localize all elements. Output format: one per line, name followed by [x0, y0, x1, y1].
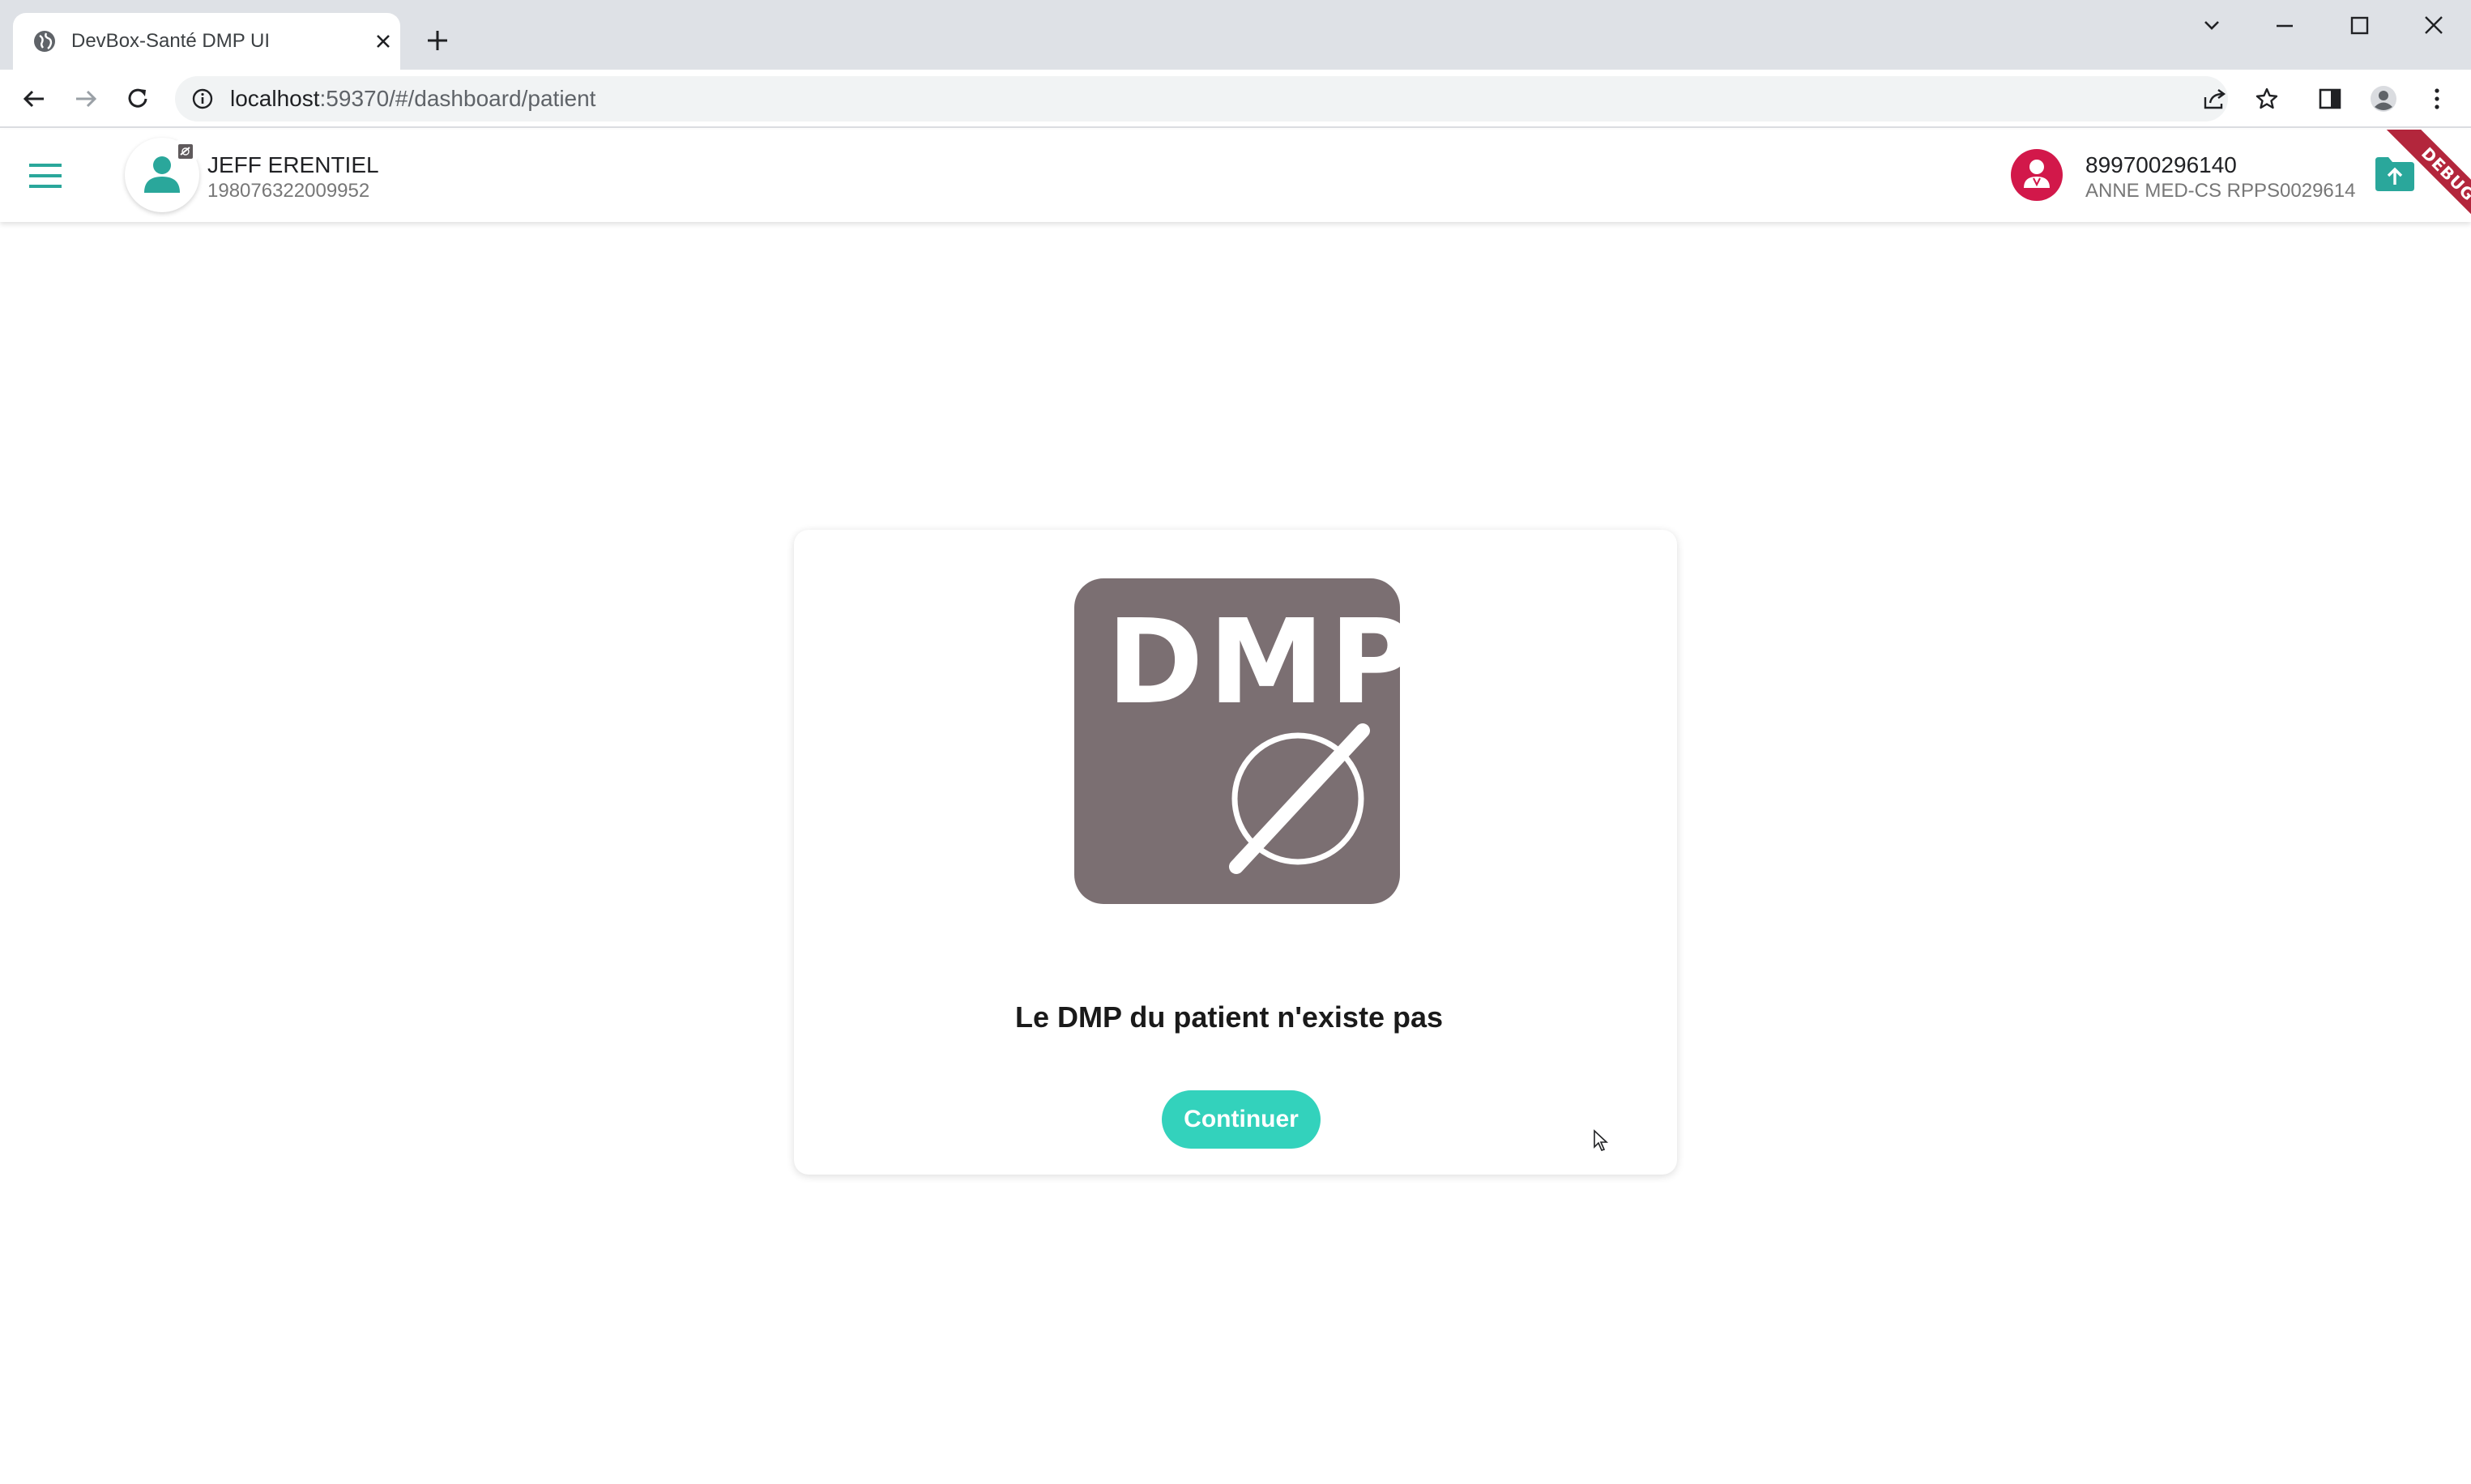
- close-icon[interactable]: [373, 31, 394, 52]
- address-bar[interactable]: localhost:59370/#/dashboard/patient: [175, 76, 2278, 122]
- practitioner-avatar[interactable]: [2011, 149, 2063, 201]
- back-icon[interactable]: [19, 84, 49, 113]
- star-icon[interactable]: [2254, 86, 2280, 112]
- profile-icon[interactable]: [2369, 84, 2398, 113]
- tab-title: DevBox-Santé DMP UI: [71, 30, 270, 52]
- info-icon[interactable]: [191, 87, 214, 110]
- maximize-icon[interactable]: [2343, 11, 2375, 41]
- more-icon[interactable]: [2422, 84, 2452, 113]
- url-text[interactable]: localhost:59370/#/dashboard/patient: [230, 87, 595, 110]
- empty-set-icon: [1229, 723, 1370, 874]
- dmp-logo-text: DMP: [1107, 594, 1400, 730]
- globe-icon: [34, 31, 55, 52]
- url-host: localhost: [230, 86, 320, 111]
- browser-tab[interactable]: DevBox-Santé DMP UI: [13, 13, 400, 70]
- hamburger-menu-icon[interactable]: [26, 160, 65, 191]
- dialog-message: Le DMP du patient n'existe pas: [1014, 1000, 1443, 1034]
- plus-icon[interactable]: [423, 26, 452, 55]
- mouse-cursor-icon: [1594, 1129, 1609, 1151]
- card-icon: [178, 144, 193, 159]
- forward-icon[interactable]: [71, 84, 100, 113]
- close-window-icon[interactable]: [2418, 11, 2450, 41]
- reload-icon[interactable]: [123, 84, 152, 113]
- browser-toolbar: localhost:59370/#/dashboard/patient: [0, 70, 2471, 128]
- practitioner-number: 899700296140: [2085, 152, 2237, 177]
- minimize-icon[interactable]: [2268, 11, 2301, 41]
- app-header: JEFF ERENTIEL 198076322009952 8997002961…: [0, 130, 2471, 222]
- url-path: :59370/#/dashboard/patient: [319, 86, 596, 111]
- folder-upload-icon[interactable]: [2374, 156, 2416, 193]
- browser-tabstrip: DevBox-Santé DMP UI: [0, 0, 2471, 70]
- dmp-logo: DMP: [1074, 578, 1400, 904]
- patient-ins: 198076322009952: [207, 180, 370, 202]
- patient-card-badge: [172, 138, 199, 165]
- dmp-not-found-dialog: DMP Le DMP du patient n'existe pas Conti…: [794, 530, 1677, 1175]
- side-panel-icon[interactable]: [2315, 84, 2345, 113]
- doctor-icon: [2024, 160, 2050, 188]
- continue-button[interactable]: Continuer: [1162, 1090, 1321, 1149]
- chevron-down-icon[interactable]: [2196, 11, 2228, 41]
- practitioner-name: ANNE MED-CS RPPS0029614: [2085, 180, 2356, 202]
- share-icon[interactable]: [2202, 86, 2228, 112]
- patient-name: JEFF ERENTIEL: [207, 152, 379, 177]
